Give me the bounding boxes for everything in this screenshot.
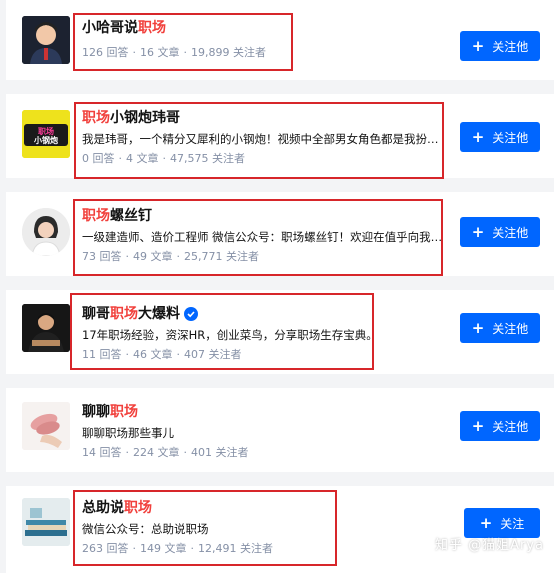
name-highlight: 职场 <box>110 404 138 420</box>
user-name[interactable]: 聊聊 职场 <box>82 402 434 422</box>
user-description: 聊聊职场那些事儿 <box>82 426 174 440</box>
watermark: 知乎 @猫姐Arya <box>434 538 544 553</box>
answers-count[interactable]: 14 回答 <box>82 446 122 459</box>
user-card: 聊聊 职场 聊聊职场那些事儿 14 回答 · 224 文章 · 401 关注者 + 关注他 <box>6 388 554 472</box>
follow-label: 关注他 <box>492 225 529 240</box>
follow-button[interactable]: + 关注他 <box>460 217 540 247</box>
follow-label: 关注他 <box>492 321 529 336</box>
avatar[interactable] <box>22 208 70 256</box>
svg-text:职场: 职场 <box>38 126 54 136</box>
follow-label: 关注他 <box>492 419 529 434</box>
followers-count[interactable]: 401 关注者 <box>191 446 249 459</box>
user-info: 聊聊 职场 聊聊职场那些事儿 14 回答 · 224 文章 · 401 关注者 <box>82 402 434 462</box>
follow-button[interactable]: + 关注他 <box>460 122 540 152</box>
avatar[interactable] <box>22 402 70 450</box>
svg-text:小钢炮: 小钢炮 <box>33 135 58 145</box>
plus-icon: + <box>471 318 485 337</box>
avatar[interactable] <box>22 16 70 64</box>
highlight-box <box>74 102 444 179</box>
highlight-box <box>73 490 337 566</box>
plus-icon: + <box>471 222 485 241</box>
follow-label: 关注他 <box>492 39 529 54</box>
plus-icon: + <box>471 127 485 146</box>
avatar[interactable]: 职场 小钢炮 <box>22 110 70 158</box>
articles-count[interactable]: 224 文章 <box>133 446 180 459</box>
highlight-box <box>73 199 443 276</box>
plus-icon: + <box>479 513 493 532</box>
follow-label: 关注他 <box>492 130 529 145</box>
highlight-box <box>70 293 374 370</box>
follow-button[interactable]: + 关注他 <box>460 411 540 441</box>
follow-button[interactable]: + 关注他 <box>460 313 540 343</box>
follow-button[interactable]: + 关注他 <box>460 31 540 61</box>
avatar[interactable] <box>22 304 70 352</box>
avatar[interactable] <box>22 498 70 546</box>
name-text: 聊聊 <box>82 404 110 420</box>
user-stats: 14 回答 · 224 文章 · 401 关注者 <box>82 446 249 459</box>
plus-icon: + <box>471 416 485 435</box>
highlight-box <box>73 13 293 71</box>
plus-icon: + <box>471 36 485 55</box>
follow-label: 关注 <box>500 516 525 531</box>
